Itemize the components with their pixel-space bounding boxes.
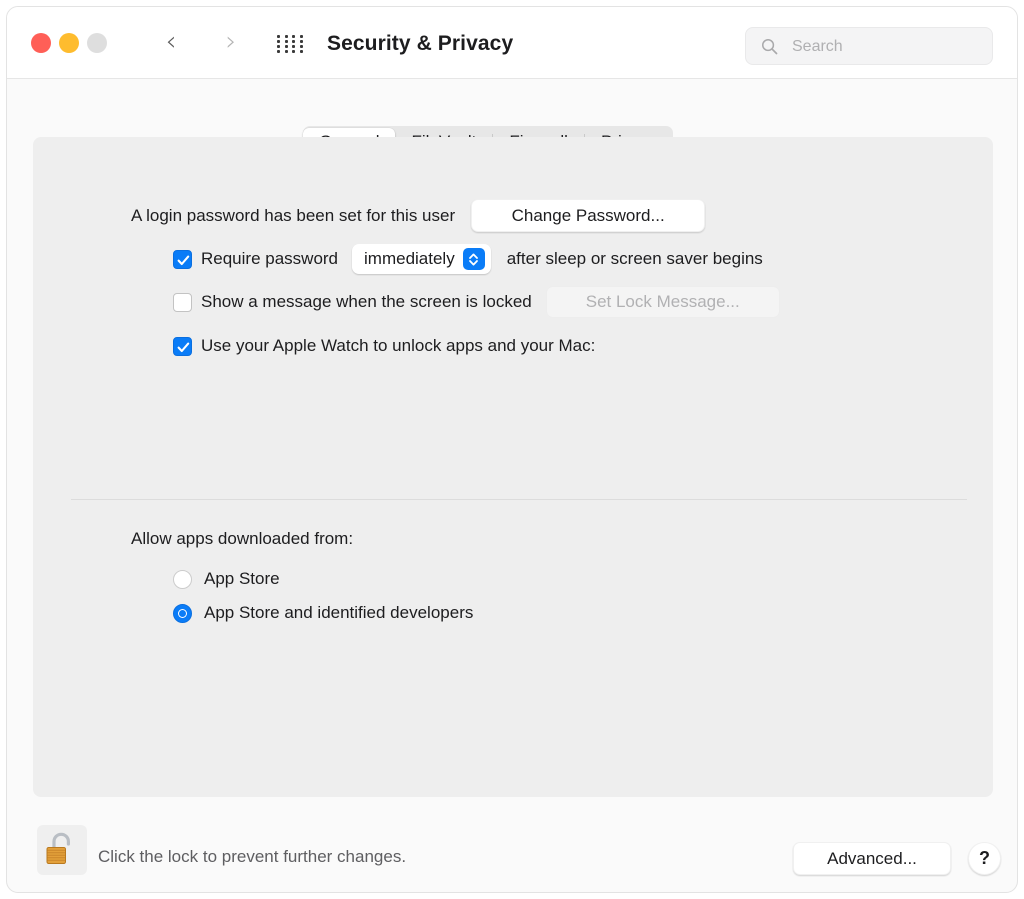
require-password-suffix-label: after sleep or screen saver begins <box>506 249 763 268</box>
show-lock-message-checkbox[interactable] <box>173 292 192 312</box>
login-password-row: A login password has been set for this u… <box>131 199 706 232</box>
traffic-lights <box>31 33 107 53</box>
apple-watch-checkbox[interactable] <box>173 336 192 356</box>
allow-apps-heading: Allow apps downloaded from: <box>131 529 354 548</box>
close-button[interactable] <box>31 33 51 53</box>
checkmark-icon <box>177 255 190 265</box>
show-all-icon[interactable] <box>277 35 305 53</box>
general-settings-panel: A login password has been set for this u… <box>33 137 993 797</box>
zoom-button[interactable] <box>87 33 107 53</box>
require-password-delay-popup[interactable]: immediately <box>352 244 491 274</box>
forward-button[interactable]: › <box>215 27 247 59</box>
apple-watch-label: Use your Apple Watch to unlock apps and … <box>201 336 596 355</box>
lock-hint-text: Click the lock to prevent further change… <box>98 847 407 866</box>
change-password-button[interactable]: Change Password... <box>471 199 706 232</box>
checkmark-icon <box>177 342 190 352</box>
app-store-radio[interactable] <box>173 569 192 589</box>
minimize-button[interactable] <box>59 33 79 53</box>
require-password-delay-value: immediately <box>364 249 455 268</box>
unlocked-padlock-icon <box>46 832 70 864</box>
radio-row-app-store[interactable]: App Store <box>173 569 280 589</box>
require-password-checkbox[interactable] <box>173 249 192 269</box>
show-lock-message-label: Show a message when the screen is locked <box>201 292 532 311</box>
show-lock-message-row: Show a message when the screen is locked… <box>173 286 780 318</box>
page-title: Security & Privacy <box>327 32 514 55</box>
advanced-button[interactable]: Advanced... <box>793 842 951 875</box>
search-input[interactable] <box>790 28 984 66</box>
require-password-label: Require password <box>201 249 339 268</box>
set-lock-message-button[interactable]: Set Lock Message... <box>545 286 780 318</box>
require-password-row: Require password immediately after sleep… <box>173 244 763 274</box>
titlebar: ‹ › Security & Privacy <box>7 7 1017 79</box>
identified-developers-radio[interactable] <box>173 603 192 623</box>
preferences-window: ‹ › Security & Privacy General FileVault… <box>6 6 1018 893</box>
apple-watch-row: Use your Apple Watch to unlock apps and … <box>173 336 595 356</box>
back-button[interactable]: ‹ <box>155 27 187 59</box>
login-password-label: A login password has been set for this u… <box>131 205 456 225</box>
search-field[interactable] <box>745 27 993 66</box>
chevron-up-down-icon <box>462 248 485 270</box>
radio-row-identified-developers[interactable]: App Store and identified developers <box>173 603 473 623</box>
app-store-radio-label: App Store <box>204 569 280 588</box>
lock-button[interactable] <box>37 825 87 875</box>
help-button[interactable]: ? <box>968 842 1001 875</box>
allow-apps-heading-row: Allow apps downloaded from: <box>131 529 353 549</box>
section-divider <box>71 499 967 500</box>
search-icon <box>761 38 778 55</box>
identified-developers-radio-label: App Store and identified developers <box>204 603 474 622</box>
